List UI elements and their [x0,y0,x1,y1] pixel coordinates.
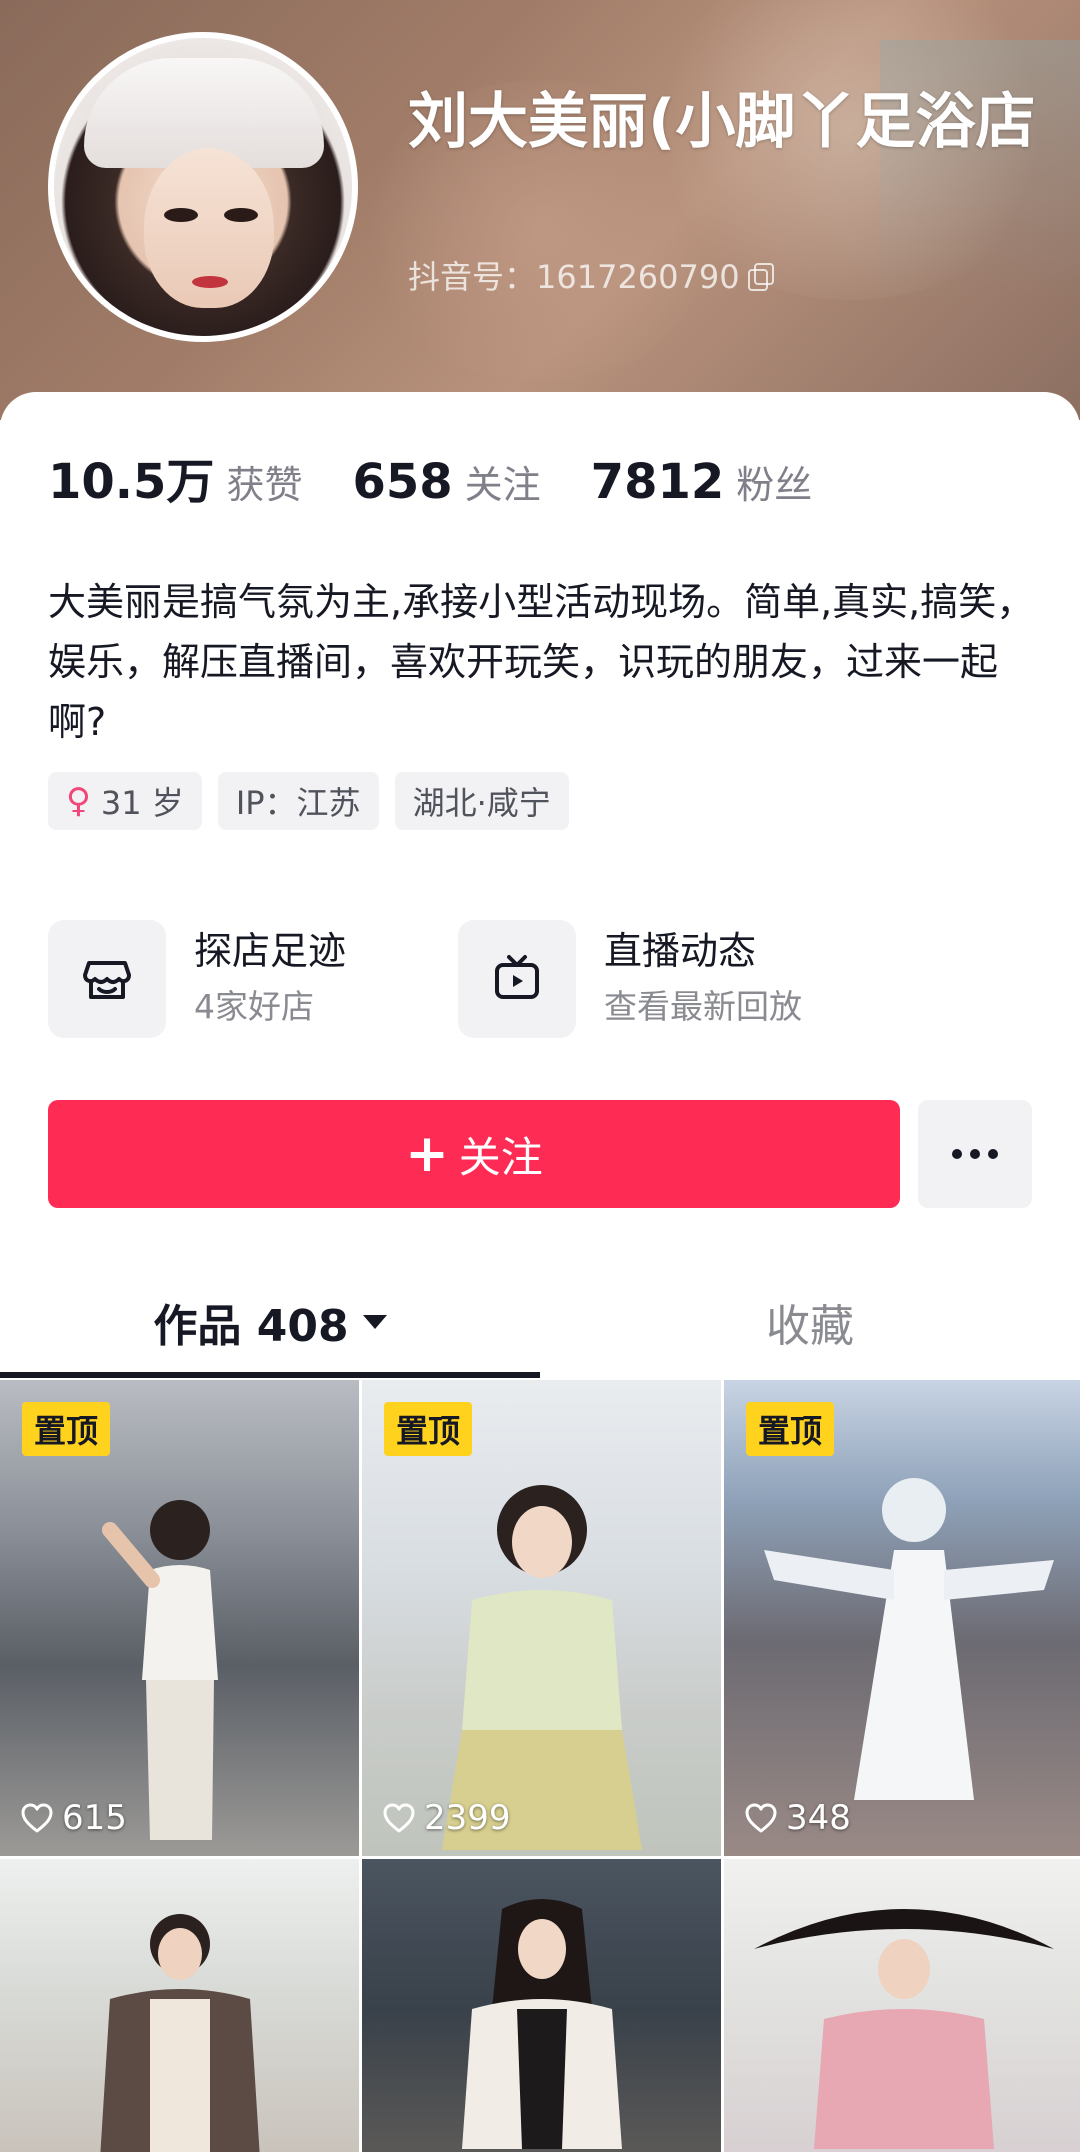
heart-icon [383,1803,415,1833]
profile-name: 刘大美丽(小脚丫足浴店 [408,87,1036,157]
action-row: + 关注 [48,1100,1032,1208]
feature-live-subtitle: 查看最新回放 [604,987,802,1026]
feature-live-title: 直播动态 [604,929,757,973]
pinned-badge: 置顶 [22,1402,111,1456]
like-count-value: 615 [62,1798,127,1838]
more-dots-icon [952,1149,962,1159]
location-tag: 湖北·咸宁 [394,772,569,830]
stat-likes-label: 获赞 [226,463,303,507]
age-tag-label: 31 岁 [100,784,184,822]
avatar[interactable] [48,32,358,342]
video-thumbnail[interactable]: 置顶 2399 [362,1380,721,1856]
video-thumbnail[interactable] [0,1859,359,2152]
like-count-value: 348 [786,1798,851,1838]
stats-row: 10.5万 获赞 658 关注 7812 粉丝 [48,442,862,512]
feature-shop-subtitle: 4家好店 [194,987,314,1026]
female-icon: ♀ [66,781,91,821]
follow-button[interactable]: + 关注 [48,1100,900,1208]
stat-likes-value: 10.5万 [48,454,215,510]
video-grid: 置顶 615 置顶 2399 置顶 348 [0,1380,1080,2152]
content-tabs: 作品 408 收藏 [0,1272,1080,1378]
tab-works-label: 作品 408 [153,1301,349,1352]
tab-works[interactable]: 作品 408 [0,1272,540,1378]
douyin-id-row[interactable]: 抖音号：1617260790 [408,252,774,298]
location-tag-label: 湖北·咸宁 [412,784,551,822]
feature-entries: 探店足迹 4家好店 直播动态 查看最新回放 [48,920,1032,1038]
ip-tag: IP：江苏 [217,772,379,830]
shop-icon [48,920,166,1038]
douyin-id-text: 抖音号：1617260790 [408,258,740,296]
like-count: 2399 [382,1798,511,1838]
feature-shop-visits[interactable]: 探店足迹 4家好店 [48,920,458,1038]
tab-favorites-label: 收藏 [766,1301,854,1352]
heart-icon [745,1803,777,1833]
profile-tags: ♀ 31 岁 IP：江苏 湖北·咸宁 [48,772,569,830]
pinned-badge: 置顶 [384,1402,473,1456]
stat-following[interactable]: 658 关注 [352,454,540,510]
feature-shop-title: 探店足迹 [194,929,347,973]
stat-following-value: 658 [352,454,453,510]
video-thumbnail[interactable] [724,1859,1080,2152]
tv-icon [458,920,576,1038]
video-thumbnail[interactable] [362,1859,721,2152]
video-thumbnail[interactable]: 置顶 348 [724,1380,1080,1856]
caret-down-icon [362,1315,387,1329]
tab-favorites[interactable]: 收藏 [540,1272,1080,1372]
feature-live-replays[interactable]: 直播动态 查看最新回放 [458,920,868,1038]
pinned-badge: 置顶 [746,1402,835,1456]
like-count-value: 2399 [424,1798,511,1838]
stat-likes[interactable]: 10.5万 获赞 [48,442,302,512]
stat-followers-value: 7812 [590,454,725,510]
plus-icon: + [405,1124,449,1184]
bio-text: 大美丽是搞气氛为主,承接小型活动现场。简单,真实,搞笑，娱乐，解压直播间，喜欢开… [48,580,1035,744]
ip-tag-label: IP：江苏 [235,784,361,822]
copy-icon[interactable] [747,263,774,291]
age-tag: ♀ 31 岁 [48,772,202,830]
like-count: 348 [744,1798,851,1838]
more-button[interactable] [918,1100,1032,1208]
heart-icon [21,1803,53,1833]
stat-followers-label: 粉丝 [736,463,813,507]
stat-following-label: 关注 [464,463,541,507]
follow-button-label: 关注 [458,1132,543,1182]
like-count: 615 [20,1798,127,1838]
video-thumbnail[interactable]: 置顶 615 [0,1380,359,1856]
profile-card: 10.5万 获赞 658 关注 7812 粉丝 大美丽是搞气氛为主,承接小型活动… [0,392,1080,2152]
stat-followers[interactable]: 7812 粉丝 [591,454,813,510]
